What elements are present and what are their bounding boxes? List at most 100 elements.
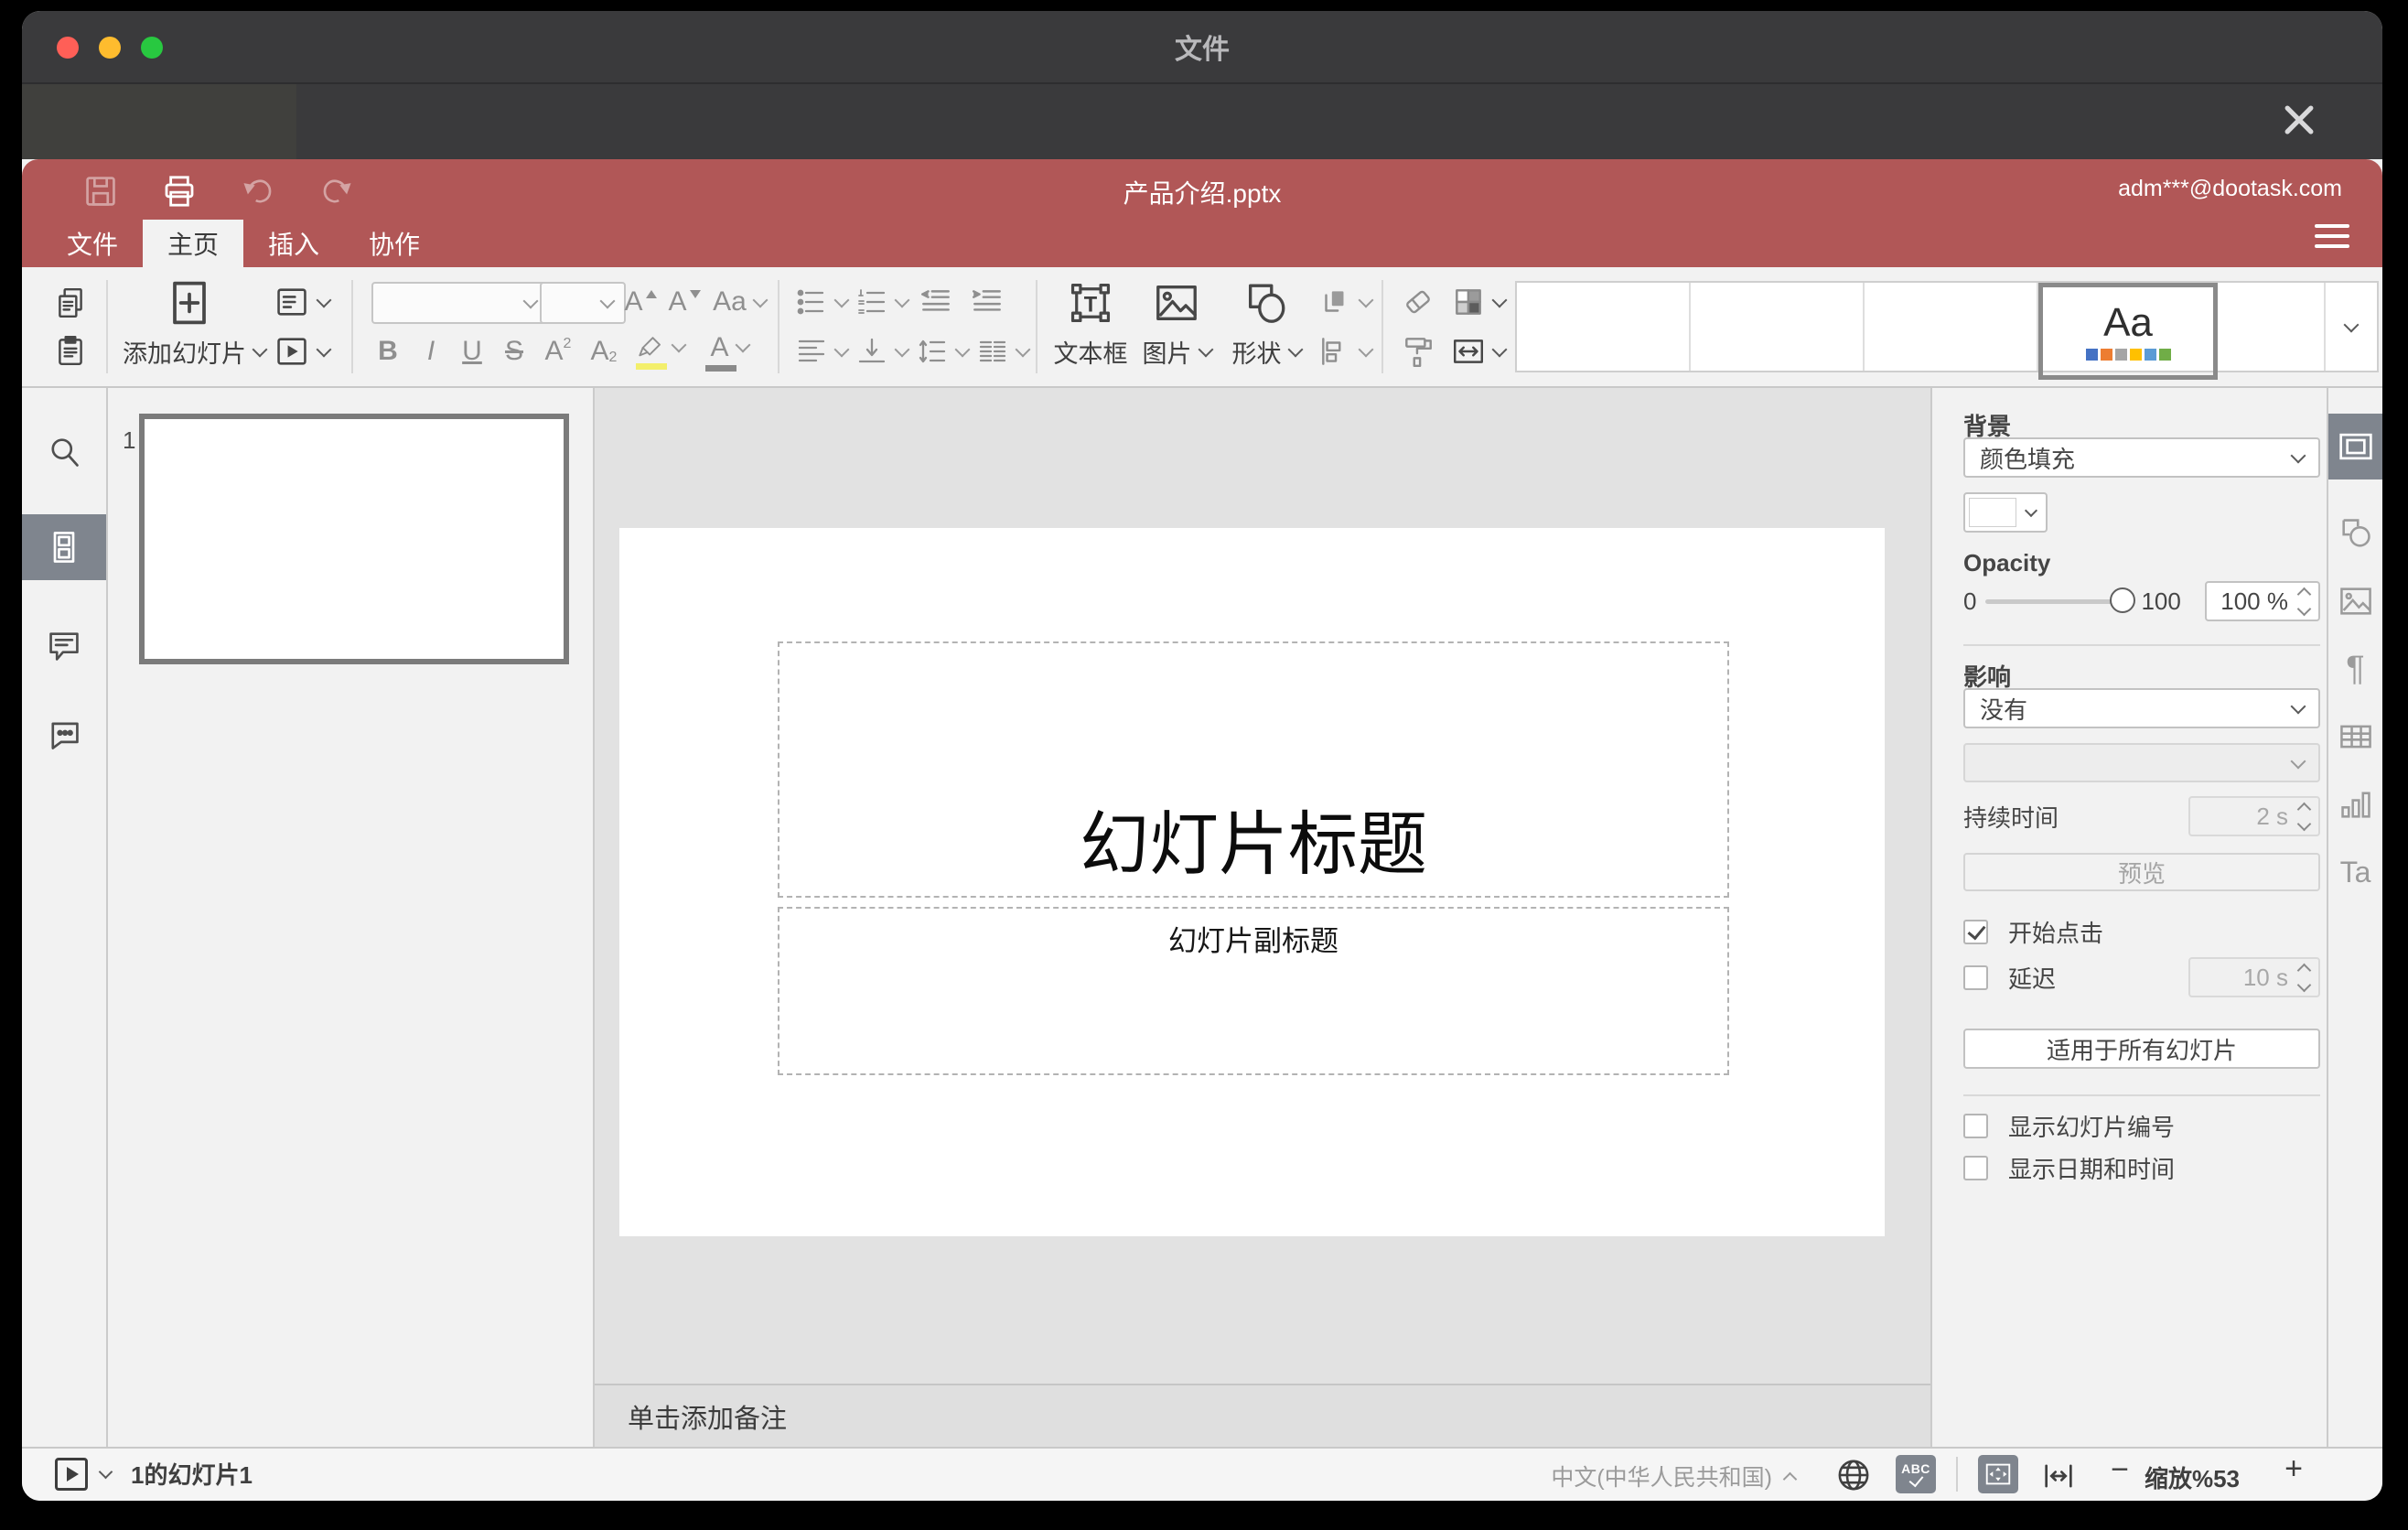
tab-file[interactable]: 文件	[42, 220, 143, 267]
image-icon[interactable]	[1134, 278, 1219, 328]
delay-row: 延迟 10 s	[1963, 957, 2320, 997]
font-size-select[interactable]	[540, 282, 626, 324]
vertical-align-button[interactable]	[853, 331, 909, 372]
fill-color-button[interactable]	[1447, 282, 1508, 322]
add-slide-icon[interactable]	[167, 278, 212, 328]
underline-button[interactable]: U	[452, 331, 492, 372]
opacity-spinner[interactable]: 100 %	[2205, 581, 2320, 621]
chat-icon[interactable]	[22, 701, 106, 767]
show-slide-number-row: 显示幻灯片编号	[1963, 1109, 2320, 1143]
search-icon[interactable]	[22, 419, 106, 485]
theme-thumbnail[interactable]	[1517, 283, 1691, 371]
shape-icon[interactable]	[1222, 278, 1310, 328]
apply-to-all-button[interactable]: 适用于所有幻灯片	[1963, 1029, 2320, 1069]
start-slideshow-button[interactable]	[271, 331, 331, 372]
clear-style-icon[interactable]	[1396, 282, 1440, 322]
header-strip	[22, 84, 2382, 159]
bullets-button[interactable]	[792, 282, 849, 322]
set-language-icon[interactable]	[1834, 1456, 1873, 1494]
table-settings-icon[interactable]	[2328, 703, 2382, 770]
slide-size-button[interactable]	[1447, 331, 1508, 372]
start-on-click-checkbox[interactable]	[1963, 920, 1988, 944]
add-slide-button[interactable]: 添加幻灯片	[113, 337, 274, 368]
slide-canvas[interactable]: 幻灯片标题 幻灯片副标题	[619, 528, 1885, 1236]
spellcheck-toggle[interactable]: ABC	[1896, 1455, 1936, 1493]
comments-icon[interactable]	[22, 613, 106, 679]
font-name-select[interactable]	[371, 282, 549, 324]
horizontal-align-button[interactable]	[792, 331, 849, 372]
copy-style-icon[interactable]	[1396, 331, 1440, 372]
tab-home[interactable]: 主页	[143, 220, 244, 267]
effect-select[interactable]: 没有	[1963, 688, 2320, 728]
decrease-indent-button[interactable]	[915, 282, 957, 322]
arrange-button[interactable]	[1314, 282, 1374, 322]
fill-type-select[interactable]: 颜色填充	[1963, 437, 2320, 478]
maximize-traffic-light[interactable]	[141, 37, 163, 59]
textbox-button[interactable]: 文本框	[1052, 337, 1129, 368]
decrease-font-icon[interactable]: A	[662, 282, 706, 322]
italic-button[interactable]: I	[412, 331, 450, 372]
language-selector[interactable]: 中文(中华人民共和国)	[1551, 1460, 1772, 1492]
chart-settings-icon[interactable]	[2328, 770, 2382, 838]
copy-button[interactable]	[49, 282, 91, 324]
theme-thumbnail[interactable]	[1691, 283, 1865, 371]
subscript-button[interactable]: A2	[582, 331, 626, 372]
slideshow-mode-chevron-icon[interactable]	[98, 1464, 113, 1480]
change-case-button[interactable]: Aa	[706, 282, 772, 322]
subtitle-placeholder[interactable]: 幻灯片副标题	[778, 907, 1729, 1075]
fit-to-width-button[interactable]	[2040, 1458, 2077, 1494]
slide-title-text: 幻灯片标题	[1080, 805, 1427, 884]
slide-thumbnail[interactable]	[139, 414, 569, 664]
superscript-button[interactable]: A2	[536, 331, 580, 372]
font-color-button[interactable]: A	[699, 328, 759, 375]
textbox-icon[interactable]: T	[1052, 278, 1129, 328]
delay-checkbox[interactable]	[1963, 964, 1988, 990]
align-shapes-button[interactable]	[1314, 331, 1374, 372]
shape-button[interactable]: 形状	[1222, 337, 1310, 368]
theme-gallery-expand-icon[interactable]	[2326, 283, 2377, 371]
show-date-time-checkbox[interactable]	[1963, 1156, 1988, 1180]
paragraph-settings-icon[interactable]: ¶	[2328, 635, 2382, 703]
increase-font-icon[interactable]: A	[618, 282, 662, 322]
opacity-max: 100	[2141, 587, 2181, 615]
columns-button[interactable]	[973, 331, 1030, 372]
increase-indent-button[interactable]	[966, 282, 1008, 322]
theme-thumbnail[interactable]	[1865, 283, 2038, 371]
fill-color-swatch[interactable]	[1963, 492, 2048, 533]
bold-button[interactable]: B	[368, 331, 408, 372]
zoom-out-button[interactable]: −	[2111, 1454, 2129, 1485]
start-slideshow-status-button[interactable]	[55, 1457, 88, 1491]
show-slide-number-checkbox[interactable]	[1963, 1114, 1988, 1138]
show-date-time-label: 显示日期和时间	[2008, 1156, 2176, 1183]
tab-insert[interactable]: 插入	[243, 220, 344, 267]
fit-to-slide-button[interactable]	[1978, 1455, 2018, 1493]
menu-icon[interactable]	[2315, 218, 2349, 254]
image-button[interactable]: 图片	[1134, 337, 1219, 368]
show-slide-number-label: 显示幻灯片编号	[2008, 1114, 2176, 1141]
slide-layout-button[interactable]	[271, 282, 331, 322]
slides-panel-icon[interactable]	[22, 514, 106, 580]
slide-settings-icon[interactable]	[2328, 414, 2382, 479]
zoom-in-button[interactable]: +	[2284, 1453, 2303, 1484]
theme-thumbnail-selected[interactable]: Aa	[2038, 283, 2218, 380]
opacity-slider-handle[interactable]	[2110, 587, 2136, 613]
text-art-settings-icon[interactable]: Ta	[2328, 838, 2382, 906]
tab-collaboration[interactable]: 协作	[344, 220, 445, 267]
title-placeholder[interactable]: 幻灯片标题	[778, 641, 1729, 898]
shape-settings-icon[interactable]	[2328, 500, 2382, 567]
image-settings-icon[interactable]	[2328, 567, 2382, 635]
notes-area[interactable]: 单击添加备注	[595, 1384, 1930, 1447]
right-sidebar: ¶ Ta	[2327, 388, 2382, 1447]
numbering-button[interactable]	[853, 282, 909, 322]
theme-thumbnail[interactable]	[2218, 283, 2326, 371]
paste-button[interactable]	[49, 329, 91, 372]
highlight-color-button[interactable]	[629, 328, 690, 375]
strikethrough-button[interactable]: S	[494, 331, 534, 372]
line-spacing-button[interactable]	[913, 331, 970, 372]
close-traffic-light[interactable]	[57, 37, 79, 59]
opacity-slider[interactable]	[1985, 587, 2136, 613]
duration-label: 持续时间	[1963, 803, 2059, 832]
language-caret-icon	[1782, 1471, 1798, 1486]
close-icon[interactable]	[2280, 101, 2318, 139]
minimize-traffic-light[interactable]	[99, 37, 121, 59]
